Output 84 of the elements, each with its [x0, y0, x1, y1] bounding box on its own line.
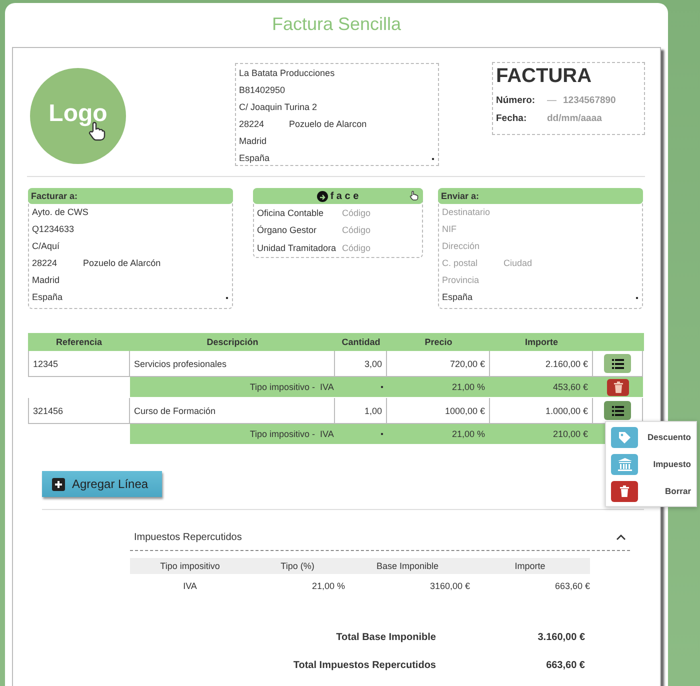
field-label: Oficina Contable: [257, 208, 325, 218]
table-cell[interactable]: Servicios profesionales: [130, 351, 335, 377]
column-header: Referencia: [54, 337, 104, 347]
column-header: Cantidad: [340, 337, 382, 347]
face-logo-text: f a c e: [330, 190, 359, 202]
total-label: Total Impuestos Repercutidos: [292, 660, 436, 672]
province[interactable]: Madrid: [239, 133, 267, 150]
tax-type-select[interactable]: IVA: [320, 429, 387, 439]
list-icon: [612, 358, 624, 368]
total-value: 663,60 €: [545, 660, 585, 672]
column-header: Base Imponible: [375, 561, 440, 571]
chevron-up-icon: [616, 534, 626, 540]
plus-icon: [52, 478, 65, 490]
hand-pointer-icon: [409, 190, 419, 201]
column-header: Tipo (%): [280, 561, 316, 571]
table-cell-text: IVA: [182, 581, 198, 591]
total-label: Total Base Imponible: [335, 632, 436, 644]
row-menu-button[interactable]: [604, 401, 631, 420]
table-cell-text: 663,60 €: [554, 581, 590, 591]
delete-button[interactable]: [607, 378, 629, 396]
table-cell[interactable]: 321456: [28, 398, 130, 424]
add-line-button[interactable]: Agregar Línea: [42, 471, 162, 497]
country-select[interactable]: España: [439, 289, 642, 306]
menu-item[interactable]: Descuento: [611, 426, 691, 448]
address-line[interactable]: B81402950: [239, 82, 286, 99]
menu-item[interactable]: Borrar: [611, 480, 691, 502]
field-label: Unidad Tramitadora: [257, 242, 338, 253]
table-cell[interactable]: 2.160,00 €: [490, 351, 593, 377]
caret-icon: [635, 296, 639, 300]
section-header: Facturar a:: [28, 188, 233, 204]
table-cell[interactable]: 1000,00 €: [387, 398, 490, 424]
circle-arrow-icon: [317, 190, 328, 202]
column-header: Descripción: [206, 337, 260, 347]
collapsible-header[interactable]: Impuestos Repercutidos: [130, 524, 630, 551]
column-header: Importe: [514, 561, 546, 571]
table-cell[interactable]: 1.000,00 €: [490, 398, 593, 424]
table-cell[interactable]: 3,00: [335, 351, 387, 377]
date-label: Fecha:: [496, 112, 528, 124]
trash-icon: [612, 381, 624, 393]
trash-icon: [619, 485, 630, 497]
tax-type-select[interactable]: IVA: [320, 382, 387, 392]
number-label: Número:: [496, 94, 536, 106]
table-cell[interactable]: 1,00: [335, 398, 387, 424]
caret-icon: [225, 296, 229, 300]
input-field[interactable]: C/Aquí: [32, 238, 60, 255]
tax-label: Tipo impositivo -: [248, 429, 316, 439]
number-prefix: —: [547, 94, 558, 106]
tag-icon: [618, 430, 631, 444]
tax-amount: 453,60 €: [552, 382, 589, 392]
country-select[interactable]: España: [29, 289, 232, 306]
column-header: Importe: [524, 337, 559, 347]
postal-code[interactable]: 28224: [239, 116, 264, 133]
caret-icon: [380, 385, 384, 389]
total-value: 3.160,00 €: [536, 632, 585, 644]
menu-item[interactable]: Impuesto: [611, 453, 691, 475]
table-cell[interactable]: 720,00 €: [387, 351, 490, 377]
table-cell-text: 21,00 %: [310, 581, 345, 591]
field-label: Órgano Gestor: [257, 225, 318, 236]
country-select[interactable]: España: [239, 150, 435, 167]
input-field[interactable]: Madrid: [32, 272, 60, 289]
tax-label: Tipo impositivo -: [248, 382, 316, 392]
city[interactable]: Pozuelo de Alarcon: [289, 116, 367, 133]
tax-rate[interactable]: 21,00 %: [387, 429, 490, 439]
table-cell[interactable]: Curso de Formación: [130, 398, 335, 424]
tax-amount: 210,00 €: [552, 429, 589, 439]
input-field[interactable]: Pozuelo de Alarcón: [83, 255, 161, 272]
row-menu-button[interactable]: [604, 354, 631, 373]
column-header: Tipo impositivo: [159, 561, 221, 571]
table-cell[interactable]: 12345: [28, 351, 130, 377]
column-header: Precio: [424, 337, 454, 347]
input-field[interactable]: Q1234633: [32, 221, 74, 238]
address-line[interactable]: C/ Joaquin Turina 2: [239, 99, 318, 116]
input-field[interactable]: 28224: [32, 255, 58, 272]
section-header: Enviar a:: [438, 188, 643, 204]
page-title: Factura Sencilla: [270, 13, 402, 36]
caret-icon: [380, 432, 384, 436]
table-cell-text: 3160,00 €: [428, 581, 470, 591]
bank-icon: [618, 458, 632, 470]
list-icon: [612, 406, 624, 416]
address-line[interactable]: La Batata Producciones: [239, 65, 335, 82]
tax-rate[interactable]: 21,00 %: [387, 382, 490, 392]
invoice-title: FACTURA: [496, 65, 593, 89]
caret-icon: [431, 156, 435, 160]
input-field[interactable]: Ayto. de CWS: [32, 204, 88, 221]
